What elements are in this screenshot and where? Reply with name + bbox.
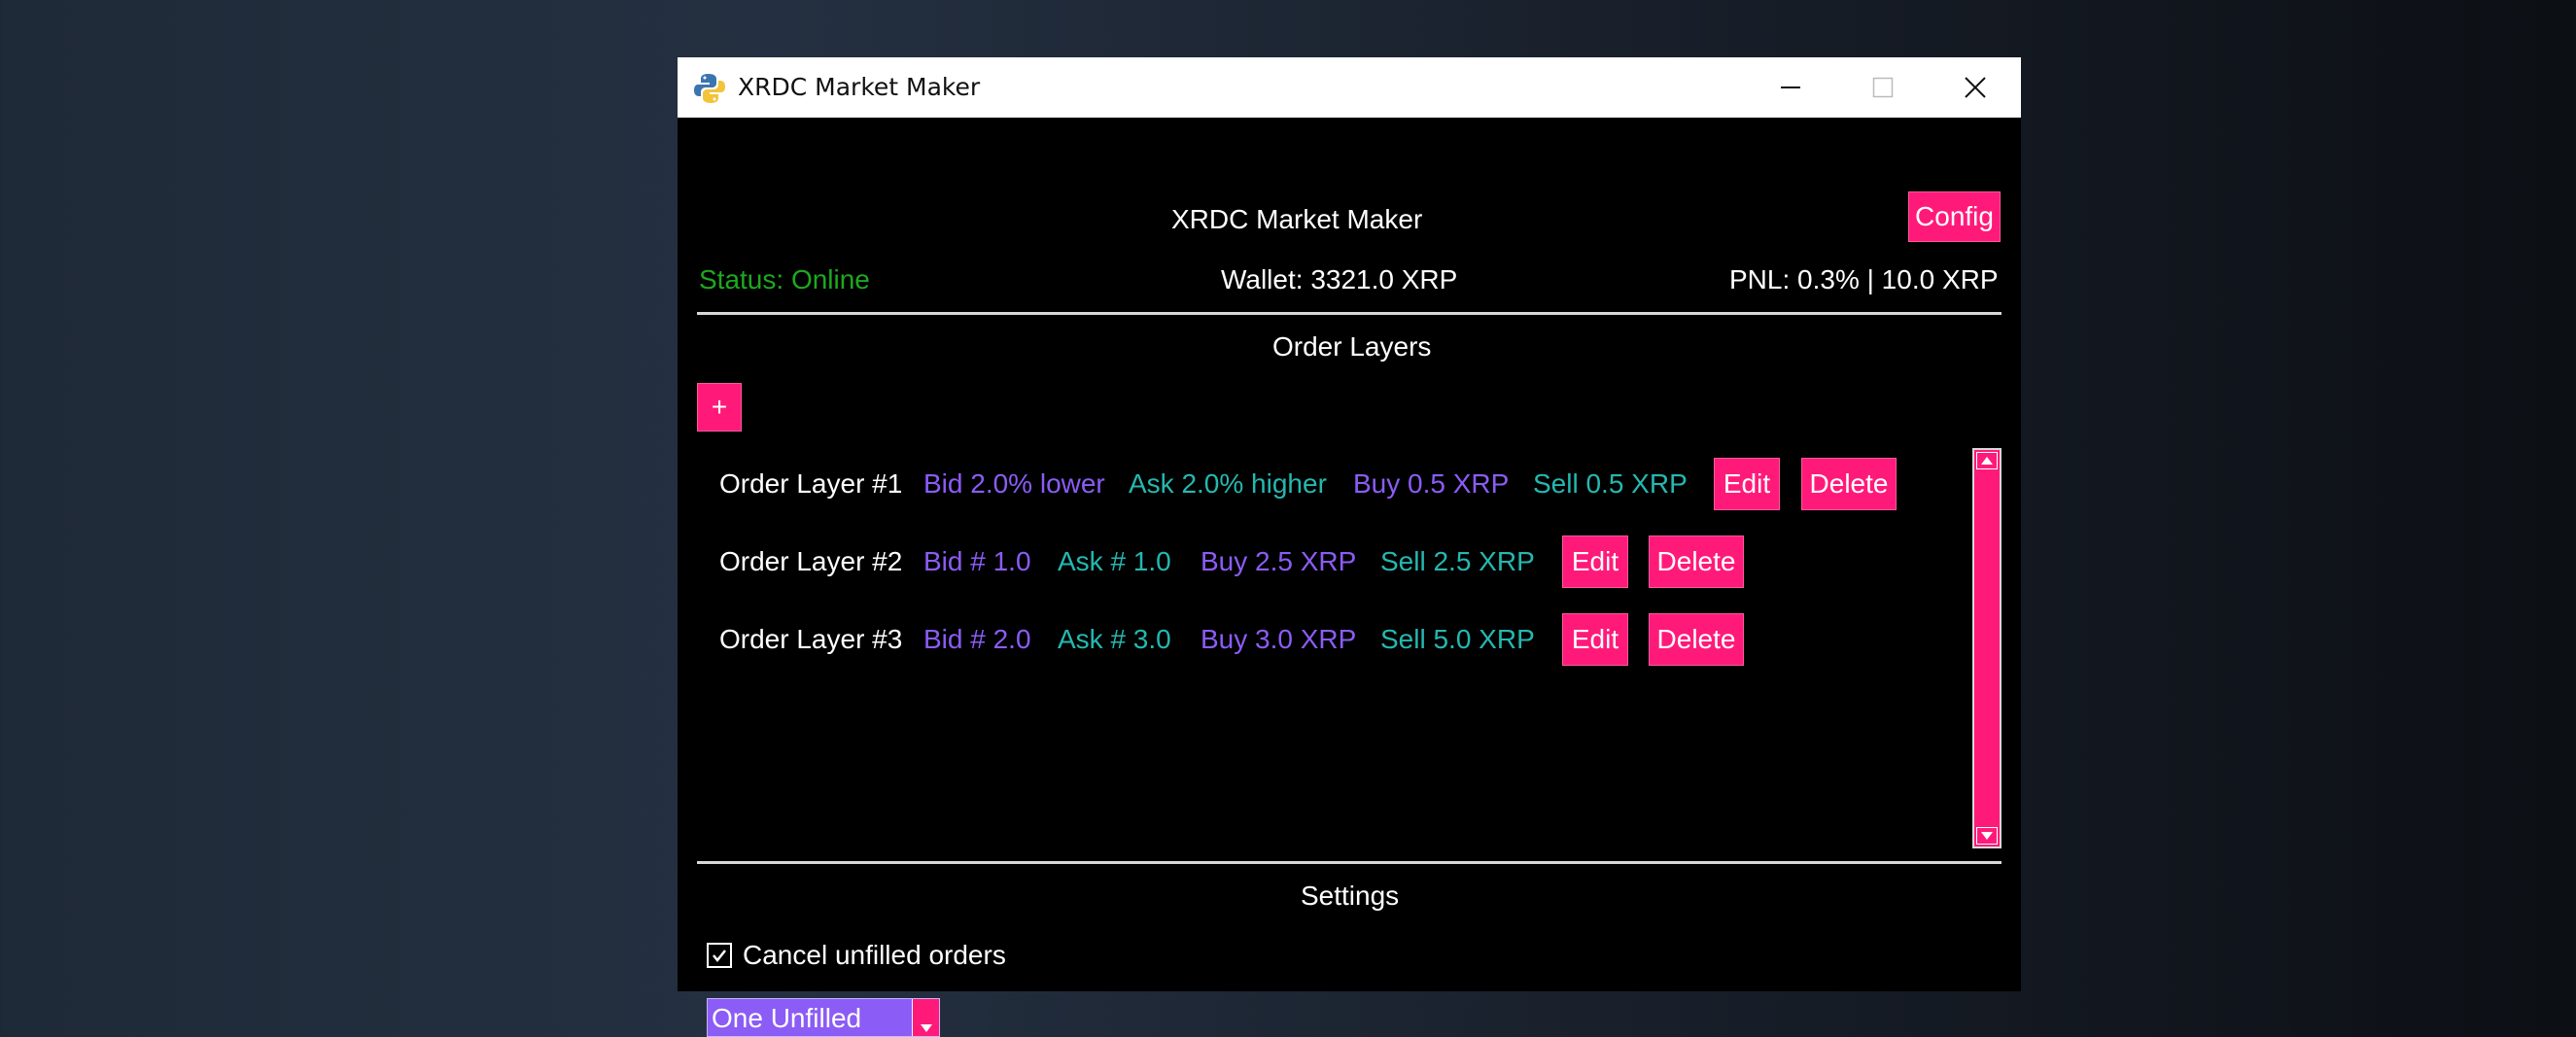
layer-buy: Buy 0.5 XRP	[1353, 468, 1510, 499]
layer-name: Order Layer #1	[719, 468, 903, 499]
maximize-button[interactable]	[1836, 57, 1929, 118]
close-icon	[1964, 77, 1986, 98]
layer-name: Order Layer #2	[719, 546, 903, 576]
edit-button[interactable]: Edit	[1562, 613, 1628, 666]
wallet-balance: Wallet: 3321.0 XRP	[1221, 264, 1458, 294]
delete-button[interactable]: Delete	[1649, 613, 1744, 666]
status-text: Status: Online	[699, 264, 870, 294]
cancel-unfilled-label[interactable]: Cancel unfilled orders	[743, 939, 1006, 972]
scroll-down-button[interactable]	[1976, 827, 1998, 845]
close-button[interactable]	[1929, 57, 2021, 118]
python-logo-icon	[694, 74, 725, 103]
layer-buy: Buy 3.0 XRP	[1201, 624, 1357, 654]
window-title: XRDC Market Maker	[738, 73, 981, 101]
pnl-text: PNL: 0.3% | 10.0 XRP	[1729, 264, 1999, 294]
app-heading: XRDC Market Maker	[1171, 204, 1423, 234]
settings-heading: Settings	[1301, 881, 1400, 911]
layer-ask: Ask # 1.0	[1058, 546, 1171, 576]
title-bar: XRDC Market Maker	[678, 57, 2021, 118]
layer-sell: Sell 0.5 XRP	[1533, 468, 1688, 499]
unfilled-mode-value: One Unfilled	[712, 1003, 862, 1033]
delete-button[interactable]: Delete	[1801, 458, 1897, 510]
chevron-down-icon	[920, 1024, 932, 1032]
divider	[697, 312, 2002, 315]
edit-button[interactable]: Edit	[1714, 458, 1780, 510]
layer-bid: Bid 2.0% lower	[923, 468, 1105, 499]
cancel-unfilled-checkbox[interactable]	[707, 943, 732, 968]
layer-sell: Sell 2.5 XRP	[1380, 546, 1535, 576]
layer-bid: Bid # 2.0	[923, 624, 1031, 654]
minimize-icon	[1780, 86, 1800, 88]
app-window: XRDC Market Maker XRDC Market Maker Conf…	[678, 57, 2021, 1037]
checkmark-icon	[713, 950, 726, 963]
layer-bid: Bid # 1.0	[923, 546, 1031, 576]
layer-name: Order Layer #3	[719, 624, 903, 654]
add-layer-button[interactable]: +	[697, 383, 742, 432]
maximize-icon	[1872, 77, 1893, 98]
arrow-up-icon	[1981, 457, 1993, 465]
layer-sell: Sell 5.0 XRP	[1380, 624, 1535, 654]
dropdown-button[interactable]	[912, 999, 939, 1036]
config-button[interactable]: Config	[1908, 191, 2001, 242]
order-layers-scrollbar[interactable]	[1972, 448, 2002, 848]
minimize-button[interactable]	[1744, 57, 1836, 118]
layer-ask: Ask 2.0% higher	[1129, 468, 1327, 499]
edit-button[interactable]: Edit	[1562, 536, 1628, 588]
main-content: XRDC Market Maker Config Status: Online …	[678, 118, 2021, 1037]
scroll-up-button[interactable]	[1976, 452, 1998, 469]
arrow-down-icon	[1981, 832, 1993, 840]
layer-buy: Buy 2.5 XRP	[1201, 546, 1357, 576]
unfilled-mode-select[interactable]: One Unfilled	[707, 998, 940, 1037]
order-layers-heading: Order Layers	[1272, 331, 1432, 362]
delete-button[interactable]: Delete	[1649, 536, 1744, 588]
divider	[697, 861, 2002, 864]
layer-ask: Ask # 3.0	[1058, 624, 1171, 654]
